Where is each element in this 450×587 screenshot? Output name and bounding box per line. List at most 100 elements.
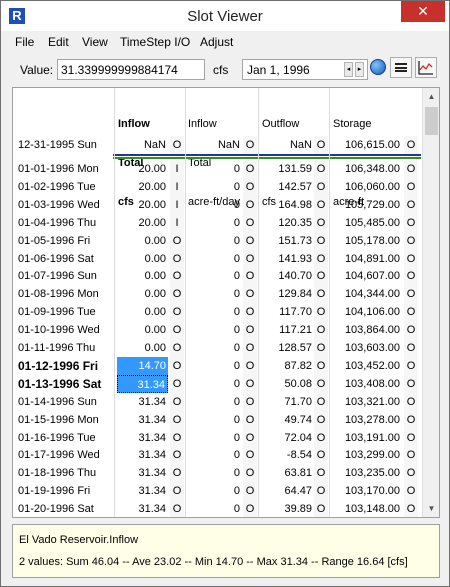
value-cell[interactable]: 103,603.00 [331, 339, 402, 357]
table-row[interactable]: 01-12-1996 Fri 14.70 O 0 O 87.82 O 103,452.00 O [13, 356, 423, 375]
value-cell[interactable]: NaN [117, 136, 168, 154]
value-cell[interactable]: 0 [187, 339, 242, 357]
table-row[interactable]: 01-03-1996 Wed 20.00 I 0 O 164.98 O 105,729.00 O [13, 195, 423, 214]
vertical-scrollbar[interactable]: ▲ ▼ [422, 88, 439, 517]
value-cell[interactable]: 0.00 [117, 303, 168, 321]
prev-date-button[interactable]: ◂ [344, 62, 353, 77]
table-row[interactable]: 01-20-1996 Sat 31.34 O 0 O 39.89 O 103,148.00 O [13, 500, 423, 517]
value-cell[interactable]: 0 [187, 250, 242, 268]
value-cell[interactable]: 0.00 [117, 250, 168, 268]
menu-timestep-io[interactable]: TimeStep I/O [120, 35, 190, 49]
value-cell[interactable]: 31.34 [117, 374, 168, 393]
value-cell[interactable]: 128.57 [260, 339, 314, 357]
value-cell[interactable]: 31.34 [117, 411, 168, 429]
table-row[interactable]: 01-06-1996 Sat 0.00 O 0 O 141.93 O 104,891.00 O [13, 249, 423, 268]
value-cell[interactable]: 14.70 [117, 356, 168, 375]
value-cell[interactable]: 0 [187, 160, 242, 178]
value-cell[interactable]: 50.08 [260, 375, 314, 393]
value-cell[interactable]: 103,235.00 [331, 464, 402, 482]
value-cell[interactable]: 0 [187, 411, 242, 429]
list-view-button[interactable] [390, 57, 412, 78]
value-cell[interactable]: 103,864.00 [331, 321, 402, 339]
scroll-down-arrow-icon[interactable]: ▼ [423, 500, 439, 517]
menu-view[interactable]: View [82, 35, 108, 49]
table-row[interactable]: 01-14-1996 Sun 31.34 O 0 O 71.70 O 103,321.00 O [13, 392, 423, 411]
value-cell[interactable]: 120.35 [260, 214, 314, 232]
value-cell[interactable]: 0 [187, 482, 242, 500]
value-cell[interactable]: 0.00 [117, 339, 168, 357]
plot-button[interactable] [415, 57, 437, 78]
value-cell[interactable]: 20.00 [117, 178, 168, 196]
value-input[interactable] [57, 59, 205, 80]
value-cell[interactable]: 141.93 [260, 250, 314, 268]
value-cell[interactable]: 104,891.00 [331, 250, 402, 268]
close-button[interactable]: ✕ [401, 1, 445, 22]
value-cell[interactable]: 103,452.00 [331, 357, 402, 375]
globe-icon[interactable] [370, 59, 386, 75]
value-cell[interactable]: 0 [187, 267, 242, 285]
value-cell[interactable]: 105,178.00 [331, 232, 402, 250]
value-cell[interactable]: 129.84 [260, 285, 314, 303]
value-cell[interactable]: 117.21 [260, 321, 314, 339]
table-row[interactable]: 01-08-1996 Mon 0.00 O 0 O 129.84 O 104,344.00 O [13, 285, 423, 304]
value-cell[interactable]: 0 [187, 285, 242, 303]
value-cell[interactable]: 0 [187, 375, 242, 393]
value-cell[interactable]: 63.81 [260, 464, 314, 482]
value-cell[interactable]: 20.00 [117, 214, 168, 232]
table-row[interactable]: 01-01-1996 Mon 20.00 I 0 O 131.59 O 106,348.00 O [13, 160, 423, 178]
value-cell[interactable]: 31.34 [117, 500, 168, 517]
value-cell[interactable]: 72.04 [260, 429, 314, 447]
date-field[interactable]: Jan 1, 1996 ◂ ▸ [242, 59, 368, 80]
table-row[interactable]: 01-13-1996 Sat 31.34 O 0 O 50.08 O 103,408.00 O [13, 374, 423, 393]
table-row[interactable]: 01-04-1996 Thu 20.00 I 0 O 120.35 O 105,485.00 O [13, 213, 423, 232]
value-cell[interactable]: 106,615.00 [331, 136, 402, 154]
table-row[interactable]: 01-07-1996 Sun 0.00 O 0 O 140.70 O 104,607.00 O [13, 267, 423, 286]
value-cell[interactable]: 0 [187, 214, 242, 232]
scrollbar-thumb[interactable] [425, 107, 438, 135]
value-cell[interactable]: 151.73 [260, 232, 314, 250]
table-row[interactable]: 01-10-1996 Wed 0.00 O 0 O 117.21 O 103,864.00 O [13, 321, 423, 340]
value-cell[interactable]: 104,344.00 [331, 285, 402, 303]
value-cell[interactable]: 0 [187, 303, 242, 321]
table-row[interactable]: 01-15-1996 Mon 31.34 O 0 O 49.74 O 103,278.00 O [13, 410, 423, 429]
value-cell[interactable]: 103,191.00 [331, 429, 402, 447]
value-cell[interactable]: 39.89 [260, 500, 314, 517]
value-cell[interactable]: 106,348.00 [331, 160, 402, 178]
table-row[interactable]: 01-11-1996 Thu 0.00 O 0 O 128.57 O 103,603.00 O [13, 339, 423, 357]
value-cell[interactable]: 0 [187, 429, 242, 447]
value-cell[interactable]: 87.82 [260, 357, 314, 375]
value-cell[interactable]: 0.00 [117, 285, 168, 303]
table-row[interactable]: 01-19-1996 Fri 31.34 O 0 O 64.47 O 103,170.00 O [13, 482, 423, 501]
value-cell[interactable]: 131.59 [260, 160, 314, 178]
value-cell[interactable]: 117.70 [260, 303, 314, 321]
menu-adjust[interactable]: Adjust [200, 35, 233, 49]
table-row[interactable]: 01-16-1996 Tue 31.34 O 0 O 72.04 O 103,191.00 O [13, 428, 423, 447]
value-cell[interactable]: 31.34 [117, 429, 168, 447]
value-cell[interactable]: 103,299.00 [331, 446, 402, 464]
value-cell[interactable]: 103,278.00 [331, 411, 402, 429]
next-date-button[interactable]: ▸ [355, 62, 364, 77]
value-cell[interactable]: 0.00 [117, 267, 168, 285]
value-cell[interactable]: 71.70 [260, 393, 314, 411]
value-cell[interactable]: 0 [187, 178, 242, 196]
value-cell[interactable]: 31.34 [117, 446, 168, 464]
value-cell[interactable]: 0 [187, 393, 242, 411]
table-row[interactable]: 01-17-1996 Wed 31.34 O 0 O -8.54 O 103,299.00 O [13, 446, 423, 465]
value-cell[interactable]: 104,106.00 [331, 303, 402, 321]
value-cell[interactable]: 106,060.00 [331, 178, 402, 196]
value-cell[interactable]: 31.34 [117, 482, 168, 500]
value-cell[interactable]: 105,729.00 [331, 196, 402, 214]
value-cell[interactable]: 0 [187, 500, 242, 517]
value-cell[interactable]: 49.74 [260, 411, 314, 429]
value-cell[interactable]: 0 [187, 464, 242, 482]
table-row[interactable]: 01-05-1996 Fri 0.00 O 0 O 151.73 O 105,178.00 O [13, 231, 423, 250]
value-cell[interactable]: NaN [187, 136, 242, 154]
value-cell[interactable]: 0.00 [117, 232, 168, 250]
initial-row[interactable]: 12-31-1995 Sun NaN O NaN O NaN O 106,615.00 O [13, 136, 423, 154]
value-cell[interactable]: 0 [187, 321, 242, 339]
value-cell[interactable]: 140.70 [260, 267, 314, 285]
scroll-up-arrow-icon[interactable]: ▲ [423, 88, 439, 105]
value-cell[interactable]: 0 [187, 196, 242, 214]
table-row[interactable]: 01-02-1996 Tue 20.00 I 0 O 142.57 O 106,060.00 O [13, 177, 423, 196]
value-cell[interactable]: 0 [187, 232, 242, 250]
